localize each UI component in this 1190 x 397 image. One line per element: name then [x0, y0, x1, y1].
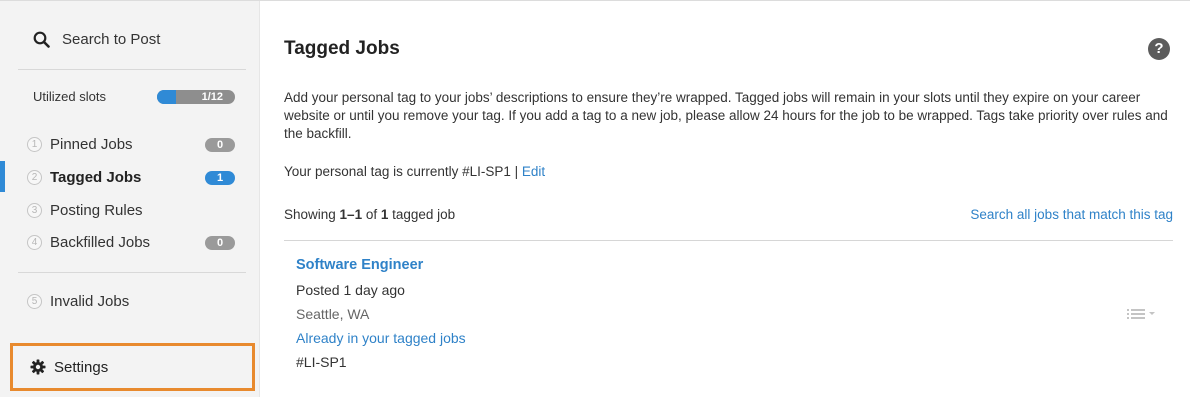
main-panel: Tagged Jobs ? Add your personal tag to y…: [261, 1, 1190, 397]
sidebar-item-label: Posting Rules: [50, 202, 143, 219]
sidebar-item-tagged-jobs[interactable]: 2 Tagged Jobs 1: [27, 169, 235, 186]
utilized-slots-label: Utilized slots: [33, 89, 106, 104]
step-number: 1: [27, 137, 42, 152]
sidebar-divider: [18, 69, 246, 70]
page-title: Tagged Jobs: [284, 38, 400, 59]
results-suffix: tagged job: [388, 207, 456, 222]
search-to-post-label: Search to Post: [62, 31, 161, 48]
utilized-slots: Utilized slots 1/12: [33, 89, 235, 104]
step-number: 2: [27, 170, 42, 185]
results-range: 1–1: [339, 207, 363, 222]
sidebar-item-label: Pinned Jobs: [50, 136, 133, 153]
sidebar-item-label: Invalid Jobs: [50, 293, 130, 310]
results-count: Showing 1–1 of 1 tagged job: [284, 207, 455, 222]
results-of: of: [362, 207, 381, 222]
utilized-slots-count: 1/12: [201, 90, 223, 103]
search-to-post-button[interactable]: Search to Post: [33, 31, 160, 48]
personal-tag-line: Your personal tag is currently #LI-SP1 |…: [284, 164, 545, 179]
job-location: Seattle, WA: [296, 306, 370, 322]
count-badge: 0: [205, 137, 235, 152]
step-number: 3: [27, 203, 42, 218]
edit-tag-link[interactable]: Edit: [522, 164, 545, 179]
sidebar-item-backfilled-jobs[interactable]: 4 Backfilled Jobs 0: [27, 234, 235, 251]
count-badge: 0: [205, 235, 235, 250]
sidebar: Search to Post Utilized slots 1/12 1 Pin…: [0, 1, 260, 397]
sidebar-item-label: Backfilled Jobs: [50, 234, 151, 251]
settings-button[interactable]: Settings: [10, 343, 255, 391]
list-menu-icon[interactable]: [1127, 306, 1159, 322]
count-badge: 1: [205, 170, 235, 185]
help-icon[interactable]: ?: [1148, 38, 1170, 60]
active-indicator: [0, 161, 5, 192]
step-number: 4: [27, 235, 42, 250]
job-posted-date: Posted 1 day ago: [296, 282, 405, 298]
job-title-link[interactable]: Software Engineer: [296, 257, 423, 273]
utilized-slots-bar: 1/12: [157, 89, 235, 104]
job-tag: #LI-SP1: [296, 354, 347, 370]
sidebar-item-invalid-jobs[interactable]: 5 Invalid Jobs: [27, 293, 235, 310]
job-status: Already in your tagged jobs: [296, 330, 466, 346]
utilized-slots-fill: [157, 89, 176, 104]
settings-label: Settings: [54, 358, 109, 376]
gear-icon: [30, 359, 46, 375]
sidebar-item-pinned-jobs[interactable]: 1 Pinned Jobs 0: [27, 136, 235, 153]
app-frame: Search to Post Utilized slots 1/12 1 Pin…: [0, 0, 1190, 397]
search-icon: [33, 31, 50, 48]
list-divider: [284, 240, 1173, 241]
sidebar-item-posting-rules[interactable]: 3 Posting Rules: [27, 202, 235, 219]
search-all-matching-link[interactable]: Search all jobs that match this tag: [970, 207, 1173, 222]
page-description: Add your personal tag to your jobs’ desc…: [284, 90, 1168, 141]
personal-tag-text: Your personal tag is currently #LI-SP1 |: [284, 164, 522, 179]
step-number: 5: [27, 294, 42, 309]
sidebar-item-label: Tagged Jobs: [50, 169, 142, 186]
sidebar-divider: [18, 272, 246, 273]
results-prefix: Showing: [284, 207, 340, 222]
